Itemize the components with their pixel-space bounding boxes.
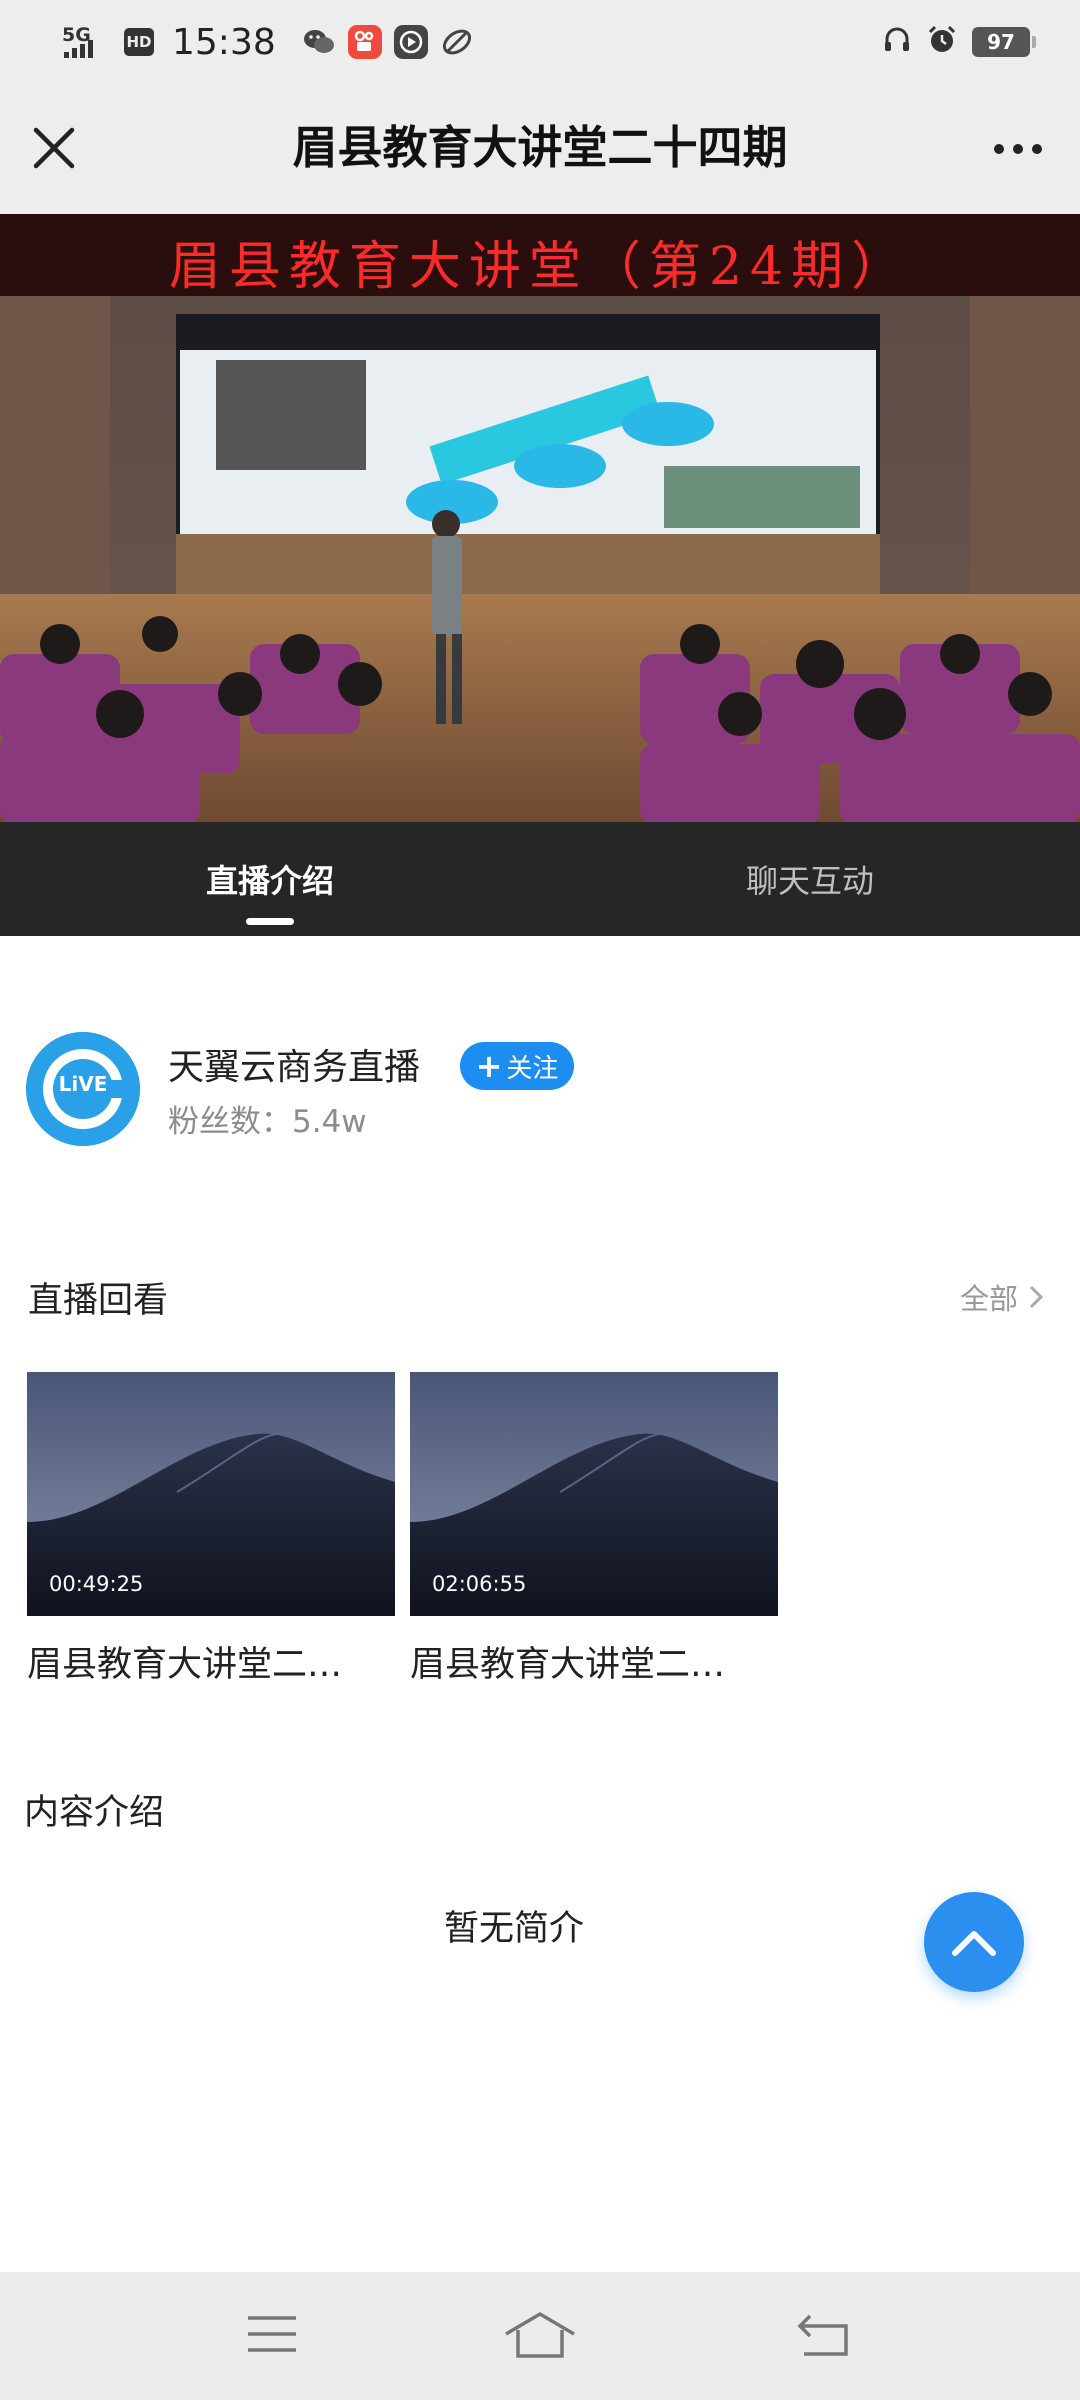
- scroll-to-top-button[interactable]: [924, 1892, 1024, 1992]
- status-bar-left: 5G HD 15:38: [58, 18, 474, 66]
- chevron-up-icon: [952, 1931, 996, 1956]
- battery-icon: 97: [972, 27, 1036, 57]
- tab-live-intro-label: 直播介绍: [205, 862, 334, 900]
- system-nav-bar: [0, 2272, 1080, 2400]
- active-tab-indicator: [246, 918, 294, 925]
- fans-value: 5.4w: [292, 1104, 367, 1140]
- clock: 15:38: [172, 21, 276, 63]
- menu-button[interactable]: [232, 2302, 312, 2366]
- replay-thumbnail[interactable]: 00:49:25: [27, 1372, 395, 1616]
- headphones-icon: [882, 25, 912, 59]
- video-player[interactable]: 眉县教育大讲堂（第24期）: [0, 214, 1080, 822]
- video-frame: [0, 214, 1080, 822]
- broadcaster-card: LiVE 天翼云商务直播 + 关注 粉丝数：5.4w: [26, 1032, 1054, 1152]
- tab-live-intro[interactable]: 直播介绍: [0, 822, 540, 936]
- tab-chat[interactable]: 聊天互动: [540, 822, 1080, 936]
- see-all-label: 全部: [959, 1282, 1018, 1316]
- hd-badge: HD: [124, 28, 154, 56]
- status-bar: 5G HD 15:38 97: [0, 0, 1080, 84]
- replay-section-title: 直播回看: [28, 1281, 169, 1321]
- title-bar: 眉县教育大讲堂二十四期: [0, 84, 1080, 214]
- kuaishou-icon: [347, 25, 382, 59]
- avatar[interactable]: LiVE: [26, 1032, 140, 1146]
- broadcaster-name: 天翼云商务直播: [168, 1047, 421, 1088]
- content-section-title: 内容介绍: [24, 1793, 165, 1833]
- video-app-icon: [393, 25, 428, 59]
- replay-duration: 00:49:25: [49, 1572, 144, 1596]
- video-banner-text: 眉县教育大讲堂（第24期）: [168, 237, 912, 297]
- follow-button[interactable]: + 关注: [460, 1042, 574, 1090]
- close-button[interactable]: [26, 120, 82, 176]
- home-button[interactable]: [500, 2302, 580, 2366]
- replay-thumbnail[interactable]: 02:06:55: [410, 1372, 778, 1616]
- back-icon: [797, 2314, 848, 2356]
- leaf-app-icon: [440, 25, 474, 59]
- plus-icon: +: [475, 1047, 503, 1085]
- more-dots-icon: [994, 144, 1042, 154]
- menu-icon: [248, 2316, 296, 2352]
- page-title: 眉县教育大讲堂二十四期: [292, 121, 788, 174]
- alarm-icon: [926, 24, 958, 60]
- see-all-link[interactable]: 全部: [960, 1276, 1044, 1318]
- follow-label: 关注: [506, 1053, 559, 1084]
- replay-title[interactable]: 眉县教育大讲堂二…: [410, 1636, 778, 1687]
- fans-count: 粉丝数：5.4w: [168, 1096, 367, 1141]
- avatar-text: LiVE: [58, 1072, 108, 1096]
- status-bar-right: 97: [882, 22, 1036, 62]
- empty-description: 暂无简介: [443, 1909, 584, 1949]
- wechat-icon: [302, 25, 336, 59]
- close-icon: [33, 127, 75, 169]
- back-button[interactable]: [784, 2302, 864, 2366]
- replay-duration: 02:06:55: [432, 1572, 527, 1596]
- tab-bar: 直播介绍 聊天互动: [0, 822, 1080, 936]
- signal-icon: 5G: [58, 22, 112, 62]
- home-icon: [505, 2311, 575, 2358]
- tab-chat-label: 聊天互动: [745, 862, 874, 900]
- more-button[interactable]: [982, 124, 1054, 174]
- chevron-right-icon: [1029, 1285, 1044, 1309]
- replay-title[interactable]: 眉县教育大讲堂二…: [27, 1636, 395, 1687]
- fans-label: 粉丝数：: [168, 1104, 292, 1140]
